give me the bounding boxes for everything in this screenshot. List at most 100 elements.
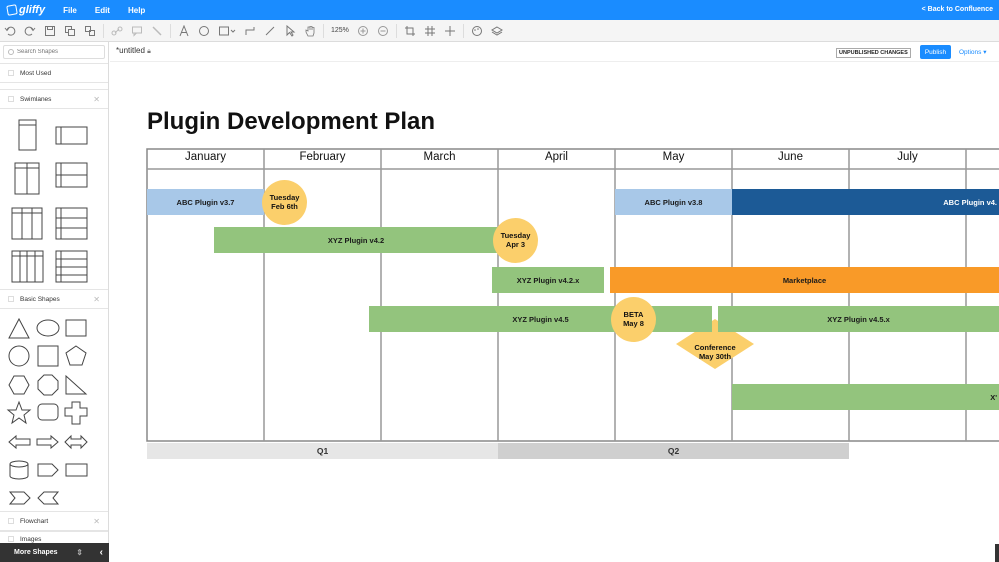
- double-arrow-shape[interactable]: [64, 434, 88, 450]
- cylinder-shape[interactable]: [9, 460, 29, 480]
- collapse-sidebar-icon[interactable]: ‹: [100, 547, 103, 558]
- ellipse-tool-icon[interactable]: [194, 20, 214, 42]
- milestone-apr-3[interactable]: Tuesday Apr 3: [493, 218, 538, 263]
- scrollbar-thumb[interactable]: [995, 544, 999, 562]
- section-label: Basic Shapes: [20, 295, 60, 303]
- copy-icon[interactable]: [60, 20, 80, 42]
- swimlane-vertical-2[interactable]: [14, 162, 40, 195]
- bar-abc-plugin-v3-8[interactable]: ABC Plugin v3.8: [615, 189, 732, 215]
- bar-marketplace[interactable]: Marketplace: [610, 267, 999, 293]
- rounded-rectangle-shape[interactable]: [37, 403, 59, 421]
- section-most-used[interactable]: Most Used: [0, 63, 108, 83]
- zoom-select[interactable]: 125%: [327, 27, 353, 34]
- shape-search[interactable]: [3, 45, 105, 59]
- shape-search-input[interactable]: [17, 49, 97, 55]
- section-swimlanes[interactable]: Swimlanes ✕: [0, 89, 108, 109]
- bar-xyz-plugin-next[interactable]: X': [732, 384, 999, 410]
- close-section-icon[interactable]: ✕: [93, 95, 100, 104]
- swimlane-vertical-4[interactable]: [11, 250, 44, 283]
- bar-xyz-plugin-v4-5-x[interactable]: XYZ Plugin v4.5.x: [718, 306, 999, 332]
- right-arrow-shape[interactable]: [36, 434, 59, 450]
- swimlane-shapes: [11, 119, 88, 283]
- group-icon[interactable]: [80, 20, 100, 42]
- back-to-confluence-link[interactable]: < Back to Confluence: [922, 6, 993, 13]
- pointer-tool-icon[interactable]: [280, 20, 300, 42]
- swimlane-vertical-3[interactable]: [11, 207, 43, 240]
- collapse-handle-icon[interactable]: ⇕: [76, 548, 83, 557]
- chevron-left-shape[interactable]: [37, 491, 60, 505]
- section-label: Flowchart: [20, 517, 49, 525]
- month-header: June: [778, 151, 803, 163]
- section-flowchart[interactable]: Flowchart ✕: [0, 511, 108, 531]
- milestone-feb-6[interactable]: Tuesday Feb 6th: [262, 180, 307, 225]
- hexagon-shape[interactable]: [8, 375, 30, 395]
- document-name[interactable]: *untitled 🔒︎: [116, 46, 151, 56]
- undo-icon[interactable]: [0, 20, 20, 42]
- diagram-canvas[interactable]: Plugin Development Plan January February…: [110, 62, 999, 562]
- right-triangle-shape[interactable]: [65, 374, 88, 395]
- swimlane-vertical-1[interactable]: [18, 119, 37, 151]
- octagon-shape[interactable]: [37, 374, 59, 396]
- gliffy-logo[interactable]: gliffy: [6, 4, 45, 16]
- swimlane-horizontal-1[interactable]: [55, 126, 88, 145]
- menu-help[interactable]: Help: [128, 6, 145, 15]
- milestone-conference-label: Conference May 30th: [675, 343, 755, 361]
- bar-xyz-plugin-v4-2-x[interactable]: XYZ Plugin v4.2.x: [492, 267, 604, 293]
- format-painter-icon[interactable]: [147, 20, 167, 42]
- month-header: February: [299, 151, 346, 163]
- quarter-q2[interactable]: Q2: [498, 443, 849, 459]
- link-icon[interactable]: [107, 20, 127, 42]
- section-grip-icon: [8, 296, 14, 302]
- quarter-q1[interactable]: Q1: [147, 443, 498, 459]
- options-menu[interactable]: Options ▾: [959, 48, 986, 56]
- section-basic-shapes[interactable]: Basic Shapes ✕: [0, 289, 108, 309]
- pentagon-shape[interactable]: [65, 345, 87, 366]
- document-name-text: *untitled: [116, 46, 145, 55]
- comment-icon[interactable]: [127, 20, 147, 42]
- bar-abc-plugin-v3-7[interactable]: ABC Plugin v3.7: [147, 189, 264, 215]
- rectangle-tool-icon[interactable]: [214, 20, 240, 42]
- section-label: Images: [20, 536, 42, 543]
- triangle-shape[interactable]: [8, 317, 30, 339]
- grid-icon[interactable]: [420, 20, 440, 42]
- cross-shape[interactable]: [64, 401, 88, 425]
- bar-abc-plugin-v4[interactable]: ABC Plugin v4.: [732, 189, 999, 215]
- save-icon[interactable]: [40, 20, 60, 42]
- pan-tool-icon[interactable]: [300, 20, 320, 42]
- redo-icon[interactable]: [20, 20, 40, 42]
- square-shape[interactable]: [37, 345, 59, 367]
- tag-shape[interactable]: [37, 463, 59, 477]
- guides-icon[interactable]: [440, 20, 460, 42]
- lock-icon[interactable]: 🔒︎: [147, 48, 151, 55]
- snap-icon[interactable]: [400, 20, 420, 42]
- bar-xyz-plugin-v4-2[interactable]: XYZ Plugin v4.2: [214, 227, 498, 253]
- rectangle-shape[interactable]: [65, 319, 87, 337]
- milestone-line: May 8: [623, 318, 644, 328]
- swimlane-horizontal-2[interactable]: [55, 162, 88, 188]
- circle-shape[interactable]: [8, 345, 30, 367]
- ellipse-shape[interactable]: [36, 319, 60, 337]
- text-tool-icon[interactable]: [174, 20, 194, 42]
- zoom-in-icon[interactable]: [353, 20, 373, 42]
- more-shapes-button[interactable]: More Shapes ⇕ ‹: [0, 543, 109, 562]
- zoom-out-icon[interactable]: [373, 20, 393, 42]
- close-section-icon[interactable]: ✕: [93, 517, 100, 526]
- month-header: April: [544, 151, 568, 163]
- chevron-right-shape[interactable]: [8, 491, 31, 505]
- left-arrow-shape[interactable]: [8, 434, 31, 450]
- close-section-icon[interactable]: ✕: [93, 295, 100, 304]
- milestone-beta-may-8[interactable]: BETA May 8: [611, 297, 656, 342]
- star-shape[interactable]: [6, 400, 32, 425]
- publish-button[interactable]: Publish: [920, 45, 951, 59]
- layers-icon[interactable]: [487, 20, 507, 42]
- month-header: July: [897, 151, 918, 163]
- process-shape[interactable]: [65, 463, 88, 477]
- swimlane-horizontal-3[interactable]: [55, 207, 88, 240]
- theme-palette-icon[interactable]: [467, 20, 487, 42]
- line-tool-icon[interactable]: [260, 20, 280, 42]
- connector-tool-icon[interactable]: [240, 20, 260, 42]
- menu-edit[interactable]: Edit: [95, 6, 110, 15]
- swimlane-horizontal-4[interactable]: [55, 250, 88, 283]
- menu-file[interactable]: File: [63, 6, 77, 15]
- bar-xyz-plugin-v4-5[interactable]: XYZ Plugin v4.5: [369, 306, 712, 332]
